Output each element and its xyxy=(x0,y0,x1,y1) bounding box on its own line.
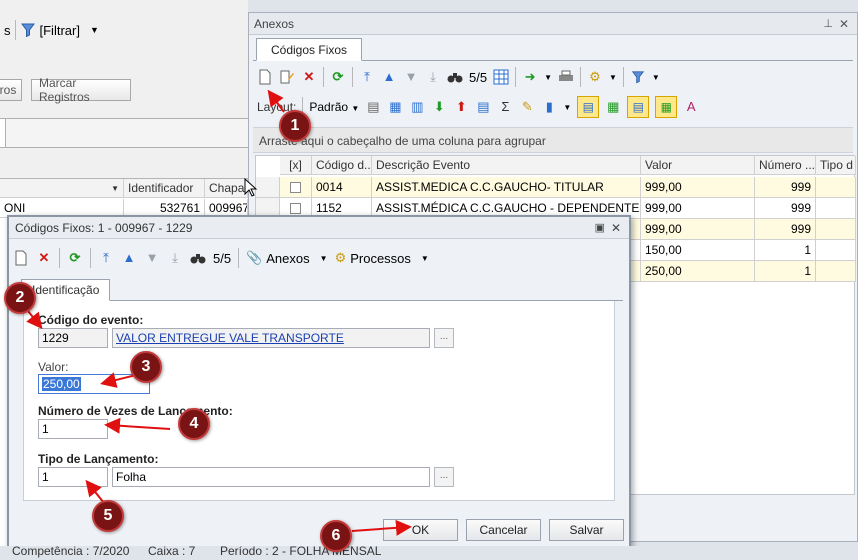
arrow-6 xyxy=(351,519,412,536)
annotation-marker-1: 1 xyxy=(279,110,311,142)
arrow-1 xyxy=(267,89,285,113)
annotation-marker-3: 3 xyxy=(130,351,162,383)
mouse-cursor-icon xyxy=(244,178,258,197)
annotation-marker-6: 6 xyxy=(320,520,352,552)
annotation-marker-5: 5 xyxy=(92,500,124,532)
annotation-marker-4: 4 xyxy=(178,408,210,440)
annotation-arrows xyxy=(23,89,412,536)
annotation-marker-2: 2 xyxy=(4,282,36,314)
arrow-4 xyxy=(104,417,171,434)
